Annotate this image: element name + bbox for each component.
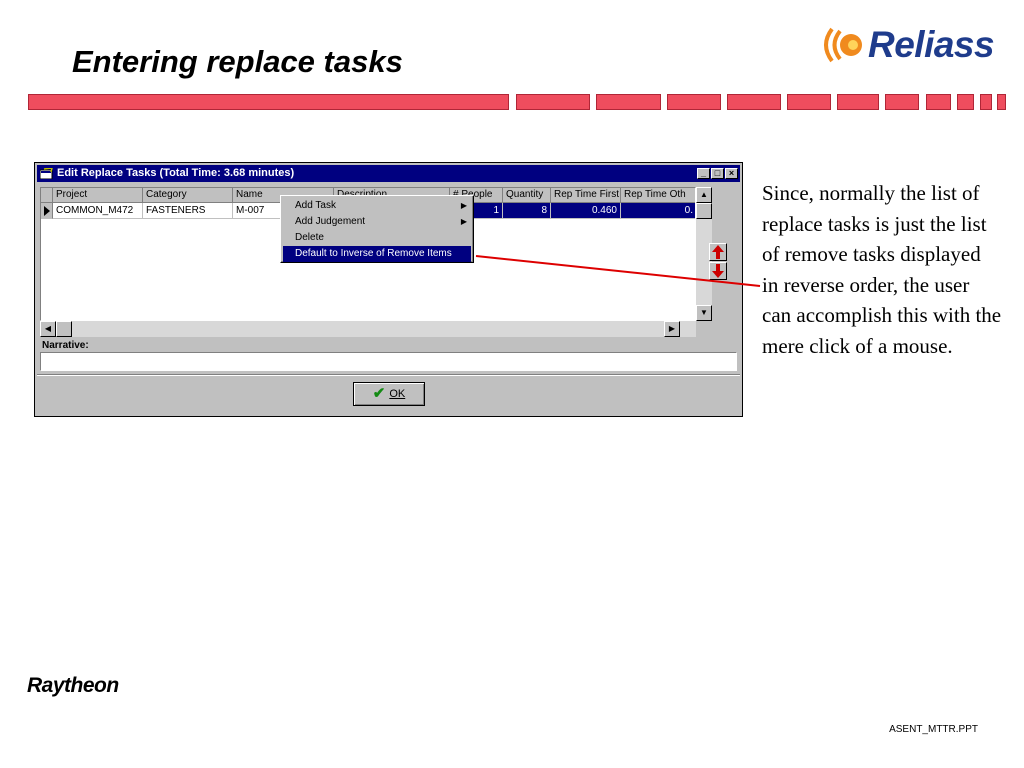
context-menu: Add Task ▶ Add Judgement ▶ Delete Defaul… [280, 195, 474, 263]
column-header-rep-time-other[interactable]: Rep Time Oth [621, 188, 695, 203]
banner-segment [885, 94, 919, 110]
callout-text: Since, normally the list of replace task… [762, 181, 1002, 358]
maximize-icon[interactable]: □ [711, 168, 724, 179]
grid-corner [41, 188, 53, 203]
column-header-rep-time-first[interactable]: Rep Time First [551, 188, 621, 203]
banner-segment [787, 94, 831, 110]
cell-rep-time-first[interactable]: 0.460 [551, 203, 621, 219]
raytheon-logo: Raytheon [27, 674, 119, 697]
banner-segment [667, 94, 721, 110]
scroll-thumb[interactable] [696, 203, 712, 219]
banner-segment [997, 94, 1006, 110]
cell-category[interactable]: FASTENERS [143, 203, 233, 219]
window-icon [40, 168, 53, 179]
menu-item-delete[interactable]: Delete [283, 230, 471, 246]
reliass-logo: Reliass [818, 22, 995, 68]
checkmark-icon: ✔ [372, 385, 386, 403]
narrative-field[interactable] [40, 352, 737, 371]
horizontal-scrollbar[interactable]: ◀ ▶ [40, 321, 696, 337]
footer-filename: ASENT_MTTR.PPT [889, 724, 978, 735]
menu-item-label: Default to Inverse of Remove Items [295, 248, 452, 259]
submenu-arrow-icon: ▶ [460, 217, 467, 226]
menu-item-label: Delete [295, 232, 324, 243]
row-pointer-icon [41, 203, 53, 219]
banner-segment [957, 94, 974, 110]
column-header-category[interactable]: Category [143, 188, 233, 203]
banner-segment [516, 94, 590, 110]
banner-segment [596, 94, 661, 110]
column-header-quantity[interactable]: Quantity [503, 188, 551, 203]
cell-quantity[interactable]: 8 [503, 203, 551, 219]
minimize-icon[interactable]: _ [697, 168, 710, 179]
button-divider [37, 374, 740, 376]
menu-item-default-to-inverse[interactable]: Default to Inverse of Remove Items [283, 246, 471, 262]
banner-segment [28, 94, 509, 110]
banner-segment [980, 94, 992, 110]
scroll-left-icon[interactable]: ◀ [40, 321, 56, 337]
reliass-logo-text: Reliass [868, 24, 995, 65]
window-titlebar[interactable]: Edit Replace Tasks (Total Time: 3.68 min… [37, 165, 740, 182]
slide-title: Entering replace tasks [72, 44, 403, 79]
column-header-project[interactable]: Project [53, 188, 143, 203]
scroll-up-icon[interactable]: ▲ [696, 187, 712, 203]
ok-button[interactable]: ✔ OK [353, 382, 425, 406]
cell-rep-time-other[interactable]: 0. [621, 203, 695, 219]
banner-segment [926, 94, 951, 110]
menu-item-add-task[interactable]: Add Task ▶ [283, 198, 471, 214]
scroll-right-icon[interactable]: ▶ [664, 321, 680, 337]
banner-segment [837, 94, 879, 110]
banner-segment [727, 94, 781, 110]
scroll-down-icon[interactable]: ▼ [696, 305, 712, 321]
move-down-arrow-icon[interactable] [709, 262, 727, 280]
menu-item-add-judgement[interactable]: Add Judgement ▶ [283, 214, 471, 230]
scroll-thumb[interactable] [56, 321, 72, 337]
ok-button-label: OK [389, 388, 406, 400]
move-up-arrow-icon[interactable] [709, 243, 727, 261]
reliass-swirl-icon [824, 27, 862, 63]
narrative-label: Narrative: [42, 340, 89, 351]
cell-project[interactable]: COMMON_M472 [53, 203, 143, 219]
submenu-arrow-icon: ▶ [460, 201, 467, 210]
close-icon[interactable]: × [725, 168, 738, 179]
window-title: Edit Replace Tasks (Total Time: 3.68 min… [57, 167, 295, 179]
menu-item-label: Add Task [295, 200, 336, 211]
menu-item-label: Add Judgement [295, 216, 366, 227]
